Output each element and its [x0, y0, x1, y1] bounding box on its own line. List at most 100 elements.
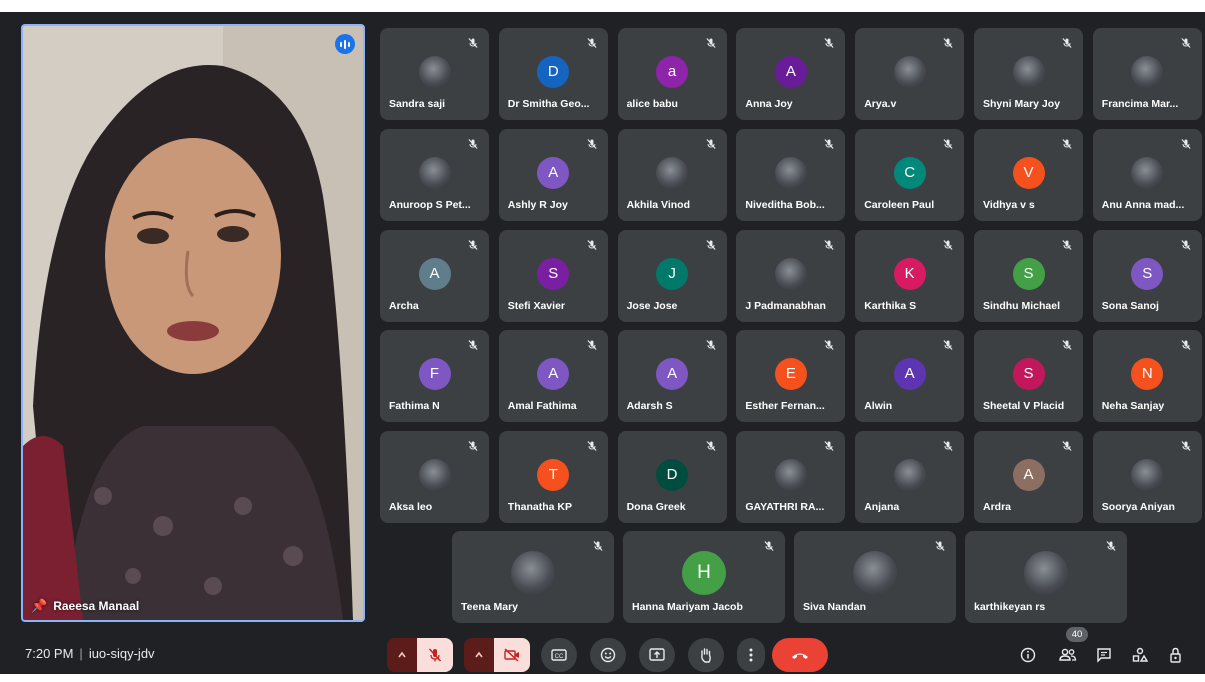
avatar-initial: A [537, 358, 570, 391]
end-call-button[interactable] [772, 638, 828, 672]
participant-name: Teena Mary [461, 601, 518, 613]
participant-tile[interactable]: A Alwin [855, 330, 965, 423]
mic-off-icon [942, 338, 956, 352]
participant-name: Anna Joy [745, 98, 793, 110]
participant-tile[interactable]: Niveditha Bob... [736, 128, 846, 221]
meeting-code: iuo-siqy-jdv [88, 646, 155, 661]
participant-tile[interactable]: a alice babu [617, 28, 727, 120]
avatar-initial: A [418, 257, 451, 290]
host-controls-button[interactable] [1165, 644, 1187, 666]
participant-tile[interactable]: F Fathima N [380, 330, 489, 423]
participant-name: Dona Greek [626, 501, 686, 514]
avatar-photo [418, 459, 451, 492]
mic-off-icon [1180, 439, 1194, 453]
mic-off-icon [1061, 439, 1075, 453]
pinned-speaker-video[interactable]: 📌 Raeesa Manaal [21, 24, 365, 622]
meeting-time: 7:20 PM [25, 646, 74, 661]
avatar-initial: D [656, 459, 689, 492]
participant-tile[interactable]: Francima Mar... [1092, 28, 1202, 120]
participant-tile[interactable]: A Amal Fathima [498, 330, 608, 423]
participant-tile[interactable]: Arya.v [855, 28, 965, 120]
info-icon [1020, 647, 1036, 663]
video-options-chevron-button[interactable] [464, 638, 494, 672]
chevron-up-icon [398, 651, 406, 658]
mic-off-icon [586, 137, 600, 151]
participant-tile[interactable]: Akhila Vinod [617, 128, 727, 221]
participant-tile[interactable]: D Dona Greek [617, 431, 727, 524]
participant-tile[interactable]: J Padmanabhan [736, 229, 846, 322]
participant-tile[interactable]: GAYATHRI RA... [736, 431, 846, 524]
participant-tile[interactable]: N Neha Sanjay [1092, 330, 1202, 423]
mic-off-icon [1061, 36, 1075, 50]
captions-icon: CC [551, 649, 567, 661]
camera-toggle-button[interactable] [494, 638, 530, 672]
more-options-icon [749, 648, 753, 662]
participant-tile[interactable]: Siva Nandan [794, 531, 956, 623]
avatar-photo [893, 459, 926, 492]
mic-off-icon [467, 338, 481, 352]
mic-off-icon [705, 439, 719, 453]
avatar-photo [1131, 156, 1164, 189]
mic-off-icon [467, 238, 481, 252]
present-now-button[interactable] [639, 638, 675, 672]
mic-off-icon [942, 36, 956, 50]
avatar-initial: V [1012, 156, 1045, 189]
avatar-photo [418, 156, 451, 189]
participant-tile[interactable]: J Jose Jose [617, 229, 727, 322]
participant-tile[interactable]: K Karthika S [855, 229, 965, 322]
chat-icon [1097, 648, 1111, 663]
participant-tile[interactable]: S Sheetal V Placid [974, 330, 1083, 423]
participant-tile[interactable]: V Vidhya v s [974, 128, 1083, 221]
people-button[interactable] [1057, 644, 1079, 666]
participant-tile[interactable]: Anjana [855, 431, 965, 524]
participant-name: Amal Fathima [507, 400, 577, 413]
mic-off-icon [1180, 238, 1194, 252]
participant-tile[interactable]: D Dr Smitha Geo... [498, 28, 608, 120]
participant-tile[interactable]: T Thanatha KP [498, 431, 608, 524]
participant-tile[interactable]: S Sona Sanoj [1092, 229, 1202, 322]
more-options-button[interactable] [737, 638, 765, 672]
microphone-toggle-button[interactable] [417, 638, 453, 672]
participant-tile[interactable]: S Stefi Xavier [498, 229, 608, 322]
avatar-initial: N [1131, 358, 1164, 391]
participant-tile[interactable]: A Archa [380, 229, 489, 322]
participant-tile[interactable]: A Ardra [974, 431, 1083, 524]
avatar-initial: H [682, 551, 726, 595]
participant-tile[interactable]: A Adarsh S [617, 330, 727, 423]
participant-tile[interactable]: C Caroleen Paul [855, 128, 965, 221]
participant-tile[interactable]: Anu Anna mad... [1092, 128, 1202, 221]
activities-button[interactable] [1129, 644, 1151, 666]
participant-tile[interactable]: H Hanna Mariyam Jacob [623, 531, 785, 623]
participant-tile[interactable]: A Ashly R Joy [498, 128, 608, 221]
mic-off-icon [1180, 36, 1194, 50]
avatar-initial: F [418, 358, 451, 391]
chat-button[interactable] [1093, 644, 1115, 666]
reactions-button[interactable] [590, 638, 626, 672]
avatar-initial: K [893, 257, 926, 290]
participant-name: Francima Mar... [1101, 98, 1179, 110]
participant-tile[interactable]: Sandra saji [380, 28, 489, 120]
pin-icon[interactable]: 📌 [31, 598, 47, 614]
audio-options-chevron-button[interactable] [387, 638, 417, 672]
avatar-initial: C [893, 156, 926, 189]
participant-tile[interactable]: E Esther Fernan... [736, 330, 846, 423]
avatar-photo [1131, 459, 1164, 492]
participant-name: Alwin [864, 400, 893, 413]
mic-off-icon [586, 36, 600, 50]
participant-tile[interactable]: karthikeyan rs [965, 531, 1127, 623]
participant-tile[interactable]: Aksa leo [380, 431, 489, 524]
participant-tile[interactable]: Soorya Aniyan [1092, 431, 1202, 524]
participant-tile[interactable]: Anuroop S Pet... [380, 128, 489, 221]
participant-name: Neha Sanjay [1101, 400, 1165, 413]
participant-tile[interactable]: Shyni Mary Joy [974, 28, 1083, 120]
captions-button[interactable]: CC [541, 638, 577, 672]
raise-hand-button[interactable] [688, 638, 724, 672]
avatar-photo [893, 56, 926, 88]
participant-tile[interactable]: A Anna Joy [736, 28, 846, 120]
meeting-details-button[interactable] [1017, 644, 1039, 666]
participant-name: Esther Fernan... [745, 400, 825, 413]
avatar-photo [511, 551, 555, 595]
participant-tile[interactable]: Teena Mary [452, 531, 614, 623]
meeting-info: 7:20 PM | iuo-siqy-jdv [25, 646, 155, 661]
participant-tile[interactable]: S Sindhu Michael [974, 229, 1083, 322]
